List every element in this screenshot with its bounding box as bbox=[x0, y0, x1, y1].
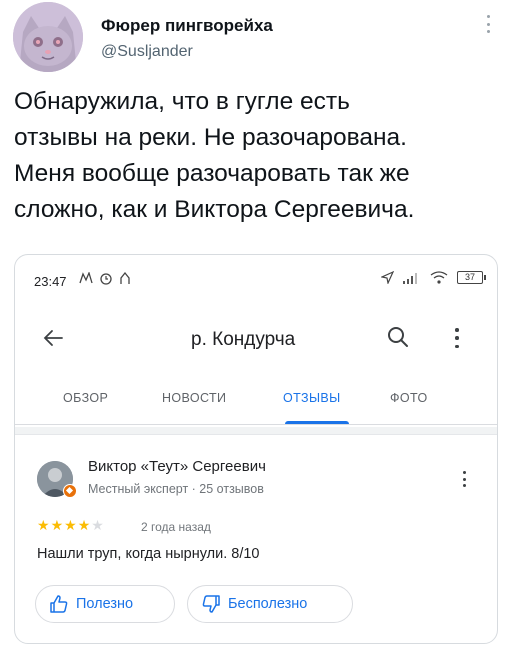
place-tabs: ОБЗОР НОВОСТИ ОТЗЫВЫ ФОТО bbox=[15, 381, 497, 425]
local-guide-badge-icon bbox=[63, 484, 77, 498]
star-rating: ★★★★★ bbox=[37, 517, 105, 534]
thumbs-up-icon bbox=[50, 595, 68, 613]
notification-icon bbox=[79, 272, 93, 284]
tweet-text: Обнаружила, что в гугле есть отзывы на р… bbox=[14, 88, 415, 223]
search-icon[interactable] bbox=[387, 326, 409, 348]
reviewer-name[interactable]: Виктор «Теут» Сергеевич bbox=[88, 458, 266, 475]
signal-icon bbox=[403, 272, 417, 284]
status-time: 23:47 bbox=[34, 274, 67, 289]
unhelpful-button[interactable]: Бесполезно bbox=[187, 585, 353, 623]
unhelpful-label: Бесполезно bbox=[228, 596, 308, 612]
tab-news[interactable]: НОВОСТИ bbox=[162, 391, 226, 405]
star-filled-icon: ★ bbox=[64, 517, 78, 533]
alarm-icon bbox=[100, 273, 112, 285]
location-arrow-icon bbox=[381, 271, 394, 284]
tab-reviews[interactable]: ОТЗЫВЫ bbox=[283, 391, 341, 405]
more-options-icon[interactable] bbox=[480, 12, 496, 36]
status-icons-left bbox=[79, 271, 131, 285]
tab-photos[interactable]: ФОТО bbox=[390, 391, 428, 405]
cloud-icon bbox=[120, 271, 130, 284]
star-filled-icon: ★ bbox=[37, 517, 51, 533]
wifi-icon bbox=[430, 271, 448, 284]
active-tab-indicator bbox=[285, 421, 349, 424]
place-title: р. Кондурча bbox=[191, 329, 296, 350]
battery-icon: 37 bbox=[457, 271, 486, 284]
reviewer-meta: Местный эксперт · 25 отзывов bbox=[88, 482, 264, 496]
cat-avatar-image bbox=[13, 2, 83, 72]
back-arrow-icon[interactable] bbox=[43, 329, 63, 347]
author-handle[interactable]: @Susljander bbox=[101, 43, 193, 61]
star-filled-icon: ★ bbox=[50, 517, 65, 533]
review-card: Виктор «Теут» Сергеевич Местный эксперт … bbox=[15, 437, 497, 643]
author-name[interactable]: Фюрер пингворейха bbox=[101, 16, 273, 36]
review-text: Нашли труп, когда нырнули. 8/10 bbox=[37, 546, 260, 562]
review-more-icon[interactable] bbox=[461, 471, 467, 487]
thumbs-down-icon bbox=[202, 595, 220, 613]
overflow-menu-icon[interactable] bbox=[453, 328, 461, 348]
review-date: 2 года назад bbox=[141, 520, 211, 534]
helpful-label: Полезно bbox=[76, 596, 134, 612]
tab-overview[interactable]: ОБЗОР bbox=[63, 391, 108, 405]
star-filled-icon: ★ bbox=[77, 517, 92, 533]
section-divider bbox=[15, 427, 497, 435]
tweet: Фюрер пингворейха @Susljander Обнаружила… bbox=[0, 0, 512, 647]
status-bar: 23:47 37 bbox=[15, 255, 497, 299]
place-topbar: р. Кондурча bbox=[15, 303, 497, 365]
attached-screenshot[interactable]: 23:47 37 р. Кондурча ОБЗОР НОВОСТИ ОТЗЫВ… bbox=[14, 254, 498, 644]
helpful-button[interactable]: Полезно bbox=[35, 585, 175, 623]
star-empty-icon: ★ bbox=[91, 517, 105, 533]
author-avatar[interactable] bbox=[13, 2, 83, 72]
status-icons-right: 37 bbox=[381, 271, 486, 284]
